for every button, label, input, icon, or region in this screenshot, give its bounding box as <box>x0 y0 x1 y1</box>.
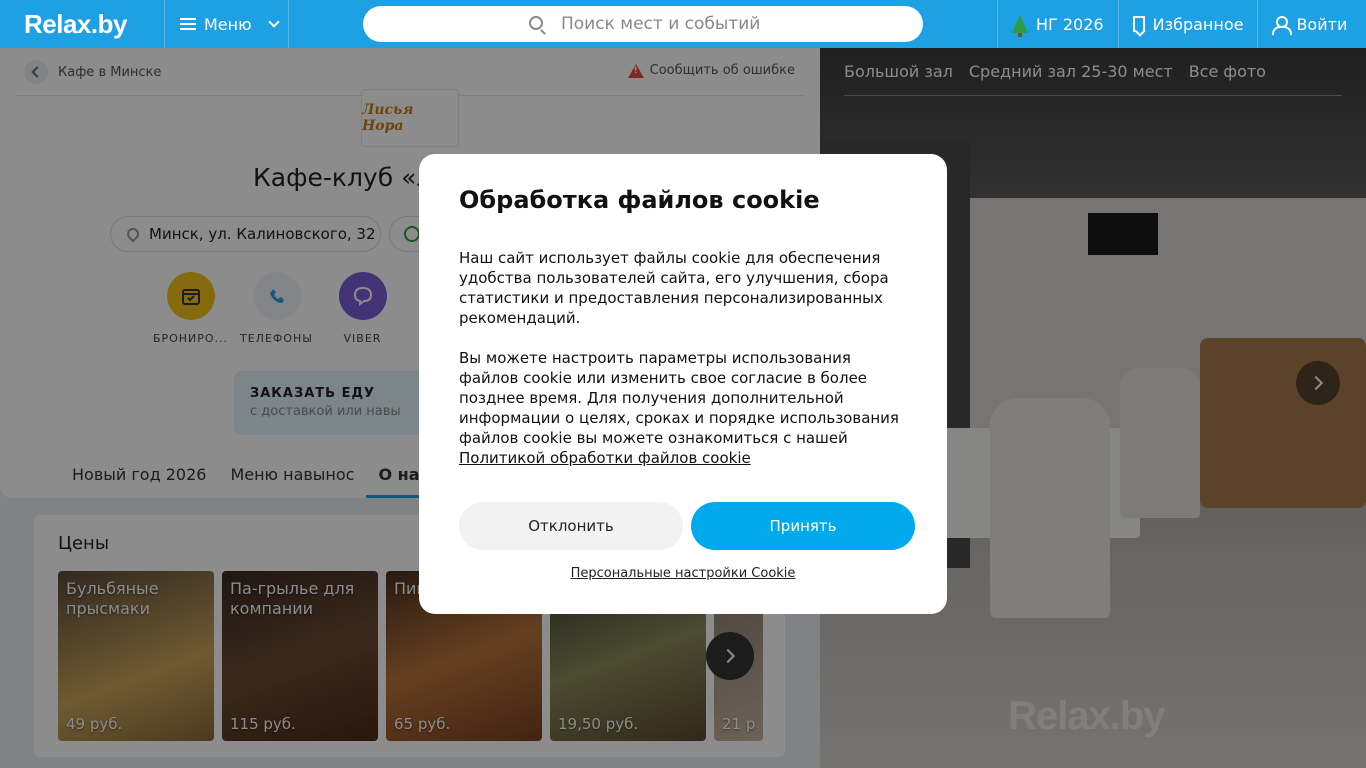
login-link[interactable]: Войти <box>1257 0 1361 48</box>
search-placeholder: Поиск мест и событий <box>561 14 761 34</box>
menu-button[interactable]: Меню <box>164 0 289 48</box>
favorites-link[interactable]: Избранное <box>1117 0 1258 48</box>
search-icon <box>529 16 543 30</box>
new-year-link[interactable]: НГ 2026 <box>997 0 1118 48</box>
cookie-text-2: Вы можете настроить параметры использова… <box>459 348 907 468</box>
cookie-text-1: Наш сайт использует файлы cookie для обе… <box>459 249 889 327</box>
site-logo[interactable]: Relax.by <box>24 9 127 40</box>
menu-label: Меню <box>204 14 252 34</box>
cookie-dialog: Обработка файлов cookie Наш сайт использ… <box>419 154 947 614</box>
chevron-down-icon <box>267 16 280 28</box>
cookie-buttons: Отклонить Принять <box>459 502 915 550</box>
cookie-settings-link[interactable]: Персональные настройки Cookie <box>419 566 947 581</box>
cookie-text-2-body: Вы можете настроить параметры использова… <box>459 349 899 447</box>
login-label: Войти <box>1296 14 1348 34</box>
cookie-policy-link[interactable]: Политикой обработки файлов cookie <box>459 449 751 467</box>
tree-icon <box>1012 15 1028 37</box>
search-input[interactable]: Поиск мест и событий <box>363 6 923 42</box>
site-header: Relax.by Меню Поиск мест и событий НГ 20… <box>0 0 1366 48</box>
decline-button[interactable]: Отклонить <box>459 502 683 550</box>
accept-button[interactable]: Принять <box>691 502 915 550</box>
favorites-label: Избранное <box>1152 14 1244 34</box>
burger-icon <box>180 18 196 30</box>
bookmark-icon <box>1132 16 1145 32</box>
header-actions: НГ 2026 Избранное Войти <box>997 0 1361 48</box>
cookie-title: Обработка файлов cookie <box>459 186 820 214</box>
user-icon <box>1272 16 1293 35</box>
new-year-label: НГ 2026 <box>1036 14 1104 34</box>
